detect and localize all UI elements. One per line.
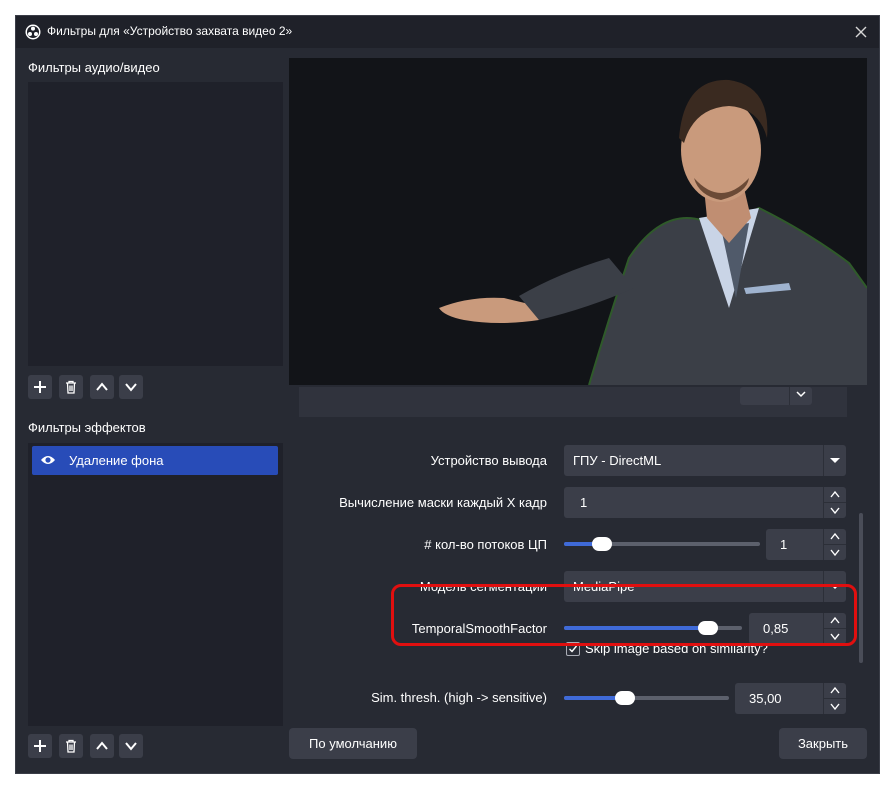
- move-effect-filter-up-button[interactable]: [90, 734, 114, 758]
- close-icon: [855, 26, 867, 38]
- sim-threshold-slider[interactable]: [564, 691, 729, 705]
- chevron-down-icon: [823, 445, 846, 476]
- chevron-down-icon: [789, 387, 812, 405]
- plus-icon: [34, 740, 46, 752]
- filters-window: Фильтры для «Устройство захвата видео 2»…: [16, 16, 879, 773]
- cpu-threads-spinbox[interactable]: 1: [766, 529, 846, 560]
- sim-threshold-slider-handle[interactable]: [614, 691, 635, 705]
- move-audio-video-filter-down-button[interactable]: [119, 375, 143, 399]
- chevron-down-icon: [125, 383, 137, 392]
- effect-filters-list: [28, 443, 283, 726]
- spin-up-button[interactable]: [823, 529, 846, 545]
- move-effect-filter-down-button[interactable]: [119, 734, 143, 758]
- chevron-down-icon: [125, 742, 137, 751]
- chevron-up-icon: [830, 532, 840, 540]
- audio-video-filters-label: Фильтры аудио/видео: [28, 60, 160, 75]
- output-device-label: Устройство вывода: [430, 453, 547, 468]
- cpu-threads-label: # кол-во потоков ЦП: [424, 537, 547, 552]
- effect-filters-label: Фильтры эффектов: [28, 420, 146, 435]
- cpu-threads-slider-handle[interactable]: [592, 537, 613, 551]
- sim-threshold-spinbox[interactable]: 35,00: [735, 683, 846, 714]
- properties-scrollbar[interactable]: [859, 393, 863, 719]
- cpu-threads-value: 1: [780, 537, 788, 552]
- cpu-threads-slider[interactable]: [564, 537, 760, 551]
- person-preview-image: [439, 79, 867, 385]
- add-audio-video-filter-button[interactable]: [28, 375, 52, 399]
- scrolled-combo-top[interactable]: [740, 387, 812, 405]
- chevron-down-icon: [830, 703, 840, 711]
- trash-icon: [66, 739, 76, 753]
- mask-every-label: Вычисление маски каждый X кадр: [339, 495, 547, 510]
- chevron-up-icon: [830, 490, 840, 498]
- highlight-frame: [391, 584, 857, 646]
- plus-icon: [34, 381, 46, 393]
- obs-logo-icon: [25, 24, 41, 40]
- mask-every-value: 1: [580, 495, 588, 510]
- defaults-button[interactable]: По умолчанию: [289, 728, 417, 759]
- output-device-select[interactable]: ГПУ - DirectML: [564, 445, 846, 476]
- spin-up-button[interactable]: [823, 683, 846, 699]
- chevron-down-icon: [830, 507, 840, 515]
- effect-filter-item[interactable]: Удаление фона: [32, 446, 278, 475]
- chevron-up-icon: [96, 741, 108, 750]
- video-preview: [289, 58, 867, 385]
- mask-every-spinbox[interactable]: 1: [564, 487, 846, 518]
- effect-filter-name: Удаление фона: [69, 453, 164, 468]
- title-bar: Фильтры для «Устройство захвата видео 2»: [16, 16, 879, 48]
- properties-scrollbar-thumb[interactable]: [859, 513, 863, 663]
- trash-icon: [66, 380, 76, 394]
- sim-threshold-label: Sim. thresh. (high -> sensitive): [371, 690, 547, 705]
- audio-video-filters-list[interactable]: [28, 82, 283, 366]
- chevron-up-icon: [96, 382, 108, 391]
- remove-audio-video-filter-button[interactable]: [59, 375, 83, 399]
- spin-up-button[interactable]: [823, 487, 846, 503]
- remove-effect-filter-button[interactable]: [59, 734, 83, 758]
- spin-down-button[interactable]: [823, 699, 846, 714]
- spin-down-button[interactable]: [823, 545, 846, 560]
- chevron-down-icon: [830, 549, 840, 557]
- sim-threshold-value: 35,00: [749, 691, 782, 706]
- properties-panel: Устройство вывода ГПУ - DirectML Вычисле…: [289, 387, 867, 719]
- chevron-up-icon: [830, 686, 840, 694]
- close-button[interactable]: Закрыть: [779, 728, 867, 759]
- close-window-button[interactable]: [851, 22, 871, 42]
- window-title: Фильтры для «Устройство захвата видео 2»: [47, 24, 293, 38]
- eye-visibility-icon[interactable]: [40, 454, 56, 466]
- add-effect-filter-button[interactable]: [28, 734, 52, 758]
- move-audio-video-filter-up-button[interactable]: [90, 375, 114, 399]
- spin-down-button[interactable]: [823, 503, 846, 518]
- output-device-value: ГПУ - DirectML: [573, 453, 662, 468]
